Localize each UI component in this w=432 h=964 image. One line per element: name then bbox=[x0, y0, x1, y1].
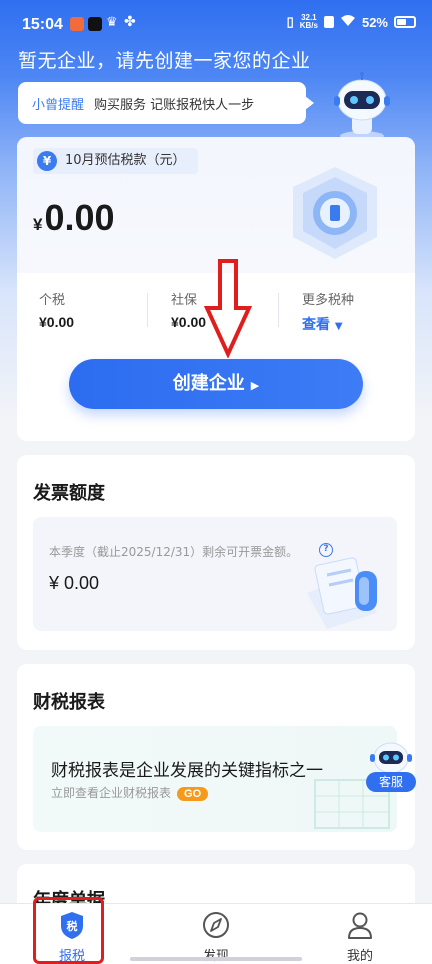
customer-service-label: 客服 bbox=[366, 772, 416, 792]
fan-icon: ✤ bbox=[124, 14, 136, 30]
currency-symbol: ¥ bbox=[33, 215, 43, 234]
tax-item-value: ¥0.00 bbox=[39, 314, 75, 330]
financial-report-card: 财税报表 财税报表是企业发展的关键指标之一 立即查看企业财税报表 GO bbox=[17, 664, 415, 850]
page-headline: 暂无企业，请先创建一家您的企业 bbox=[18, 50, 311, 72]
annotation-highlight-box bbox=[33, 897, 104, 964]
tax-estimate-tag: ¥ 10月预估税款（元） bbox=[33, 148, 198, 174]
vibrate-icon: ▯ bbox=[286, 14, 294, 29]
sim-icon bbox=[323, 16, 334, 28]
divider bbox=[147, 293, 148, 327]
go-badge[interactable]: GO bbox=[177, 787, 209, 801]
invoice-desc: 本季度（截止2025/12/31）剩余可开票金额。 bbox=[49, 545, 299, 559]
more-tax-label: 更多税种 bbox=[302, 293, 355, 308]
tax-item-social: 社保 ¥0.00 bbox=[171, 289, 207, 330]
tax-item-value: ¥0.00 bbox=[171, 314, 207, 330]
report-banner[interactable]: 财税报表是企业发展的关键指标之一 立即查看企业财税报表 GO bbox=[33, 726, 397, 832]
coin-illustration-icon bbox=[293, 167, 377, 259]
divider bbox=[278, 293, 279, 327]
status-bar: 15:04 ♛ ✤ ▯ 32.1 KB/s 52% bbox=[0, 0, 432, 46]
create-company-label: 创建企业 bbox=[172, 373, 245, 394]
report-headline: 财税报表是企业发展的关键指标之一 bbox=[51, 761, 323, 781]
user-icon bbox=[348, 912, 372, 939]
yen-icon: ¥ bbox=[37, 151, 57, 171]
tab-label: 我的 bbox=[346, 949, 373, 964]
notification-app-icon bbox=[70, 17, 84, 31]
tax-estimate-label: 10月预估税款（元） bbox=[65, 153, 186, 168]
tab-mine[interactable]: 我的 bbox=[288, 904, 432, 964]
status-right: ▯ 32.1 KB/s 52% bbox=[287, 14, 416, 30]
create-company-button[interactable]: 创建企业 ▶ bbox=[69, 359, 363, 409]
invoice-illustration-icon bbox=[307, 557, 377, 629]
tip-bubble[interactable]: 小曾提醒 购买服务 记账报税快人一步 bbox=[18, 82, 314, 124]
service-robot-icon bbox=[370, 742, 412, 774]
tax-amount-value: 0.00 bbox=[44, 197, 115, 238]
network-speed-unit: KB/s bbox=[299, 21, 318, 30]
view-more-link[interactable]: 查看 ▼ bbox=[302, 314, 354, 334]
tax-item-label: 个税 bbox=[39, 293, 66, 308]
view-more-text: 查看 bbox=[302, 317, 330, 333]
annotation-arrow-icon bbox=[203, 259, 253, 358]
report-sub: 立即查看企业财税报表 GO bbox=[51, 784, 209, 801]
invoice-amount: ¥ 0.00 bbox=[49, 573, 100, 593]
tax-item-label: 社保 bbox=[171, 293, 198, 308]
report-sub-text: 立即查看企业财税报表 bbox=[51, 786, 172, 800]
wifi-icon bbox=[340, 14, 356, 30]
tiktok-icon bbox=[88, 17, 102, 31]
tip-title: 小曾提醒 bbox=[32, 97, 85, 113]
dropdown-triangle-icon: ▼ bbox=[334, 321, 343, 332]
tip-text: 购买服务 记账报税快人一步 bbox=[94, 97, 255, 113]
tab-discover[interactable]: 发现 bbox=[144, 904, 288, 964]
tax-item-personal: 个税 ¥0.00 bbox=[39, 289, 75, 330]
tab-label: 发现 bbox=[144, 945, 288, 964]
invoice-quota-card: 发票额度 本季度（截止2025/12/31）剩余可开票金额。 ? ¥ 0.00 bbox=[17, 455, 415, 650]
customer-service-button[interactable]: 客服 bbox=[366, 738, 416, 794]
network-speed: 32.1 KB/s bbox=[300, 14, 318, 30]
crown-icon: ♛ bbox=[106, 15, 118, 30]
status-time: 15:04 bbox=[22, 16, 63, 33]
invoice-title: 发票额度 bbox=[33, 483, 105, 504]
invoice-quota-box: 本季度（截止2025/12/31）剩余可开票金额。 ? ¥ 0.00 bbox=[33, 517, 397, 631]
tax-estimate-amount: ¥0.00 bbox=[33, 197, 115, 239]
battery-icon bbox=[394, 16, 416, 28]
battery-percent: 52% bbox=[361, 14, 388, 30]
chevron-right-icon: ▶ bbox=[250, 379, 260, 392]
tax-item-more[interactable]: 更多税种 查看 ▼ bbox=[302, 289, 355, 333]
home-indicator bbox=[130, 957, 302, 961]
compass-icon bbox=[203, 912, 229, 938]
robot-mascot-icon bbox=[334, 72, 390, 141]
report-title: 财税报表 bbox=[33, 692, 105, 713]
